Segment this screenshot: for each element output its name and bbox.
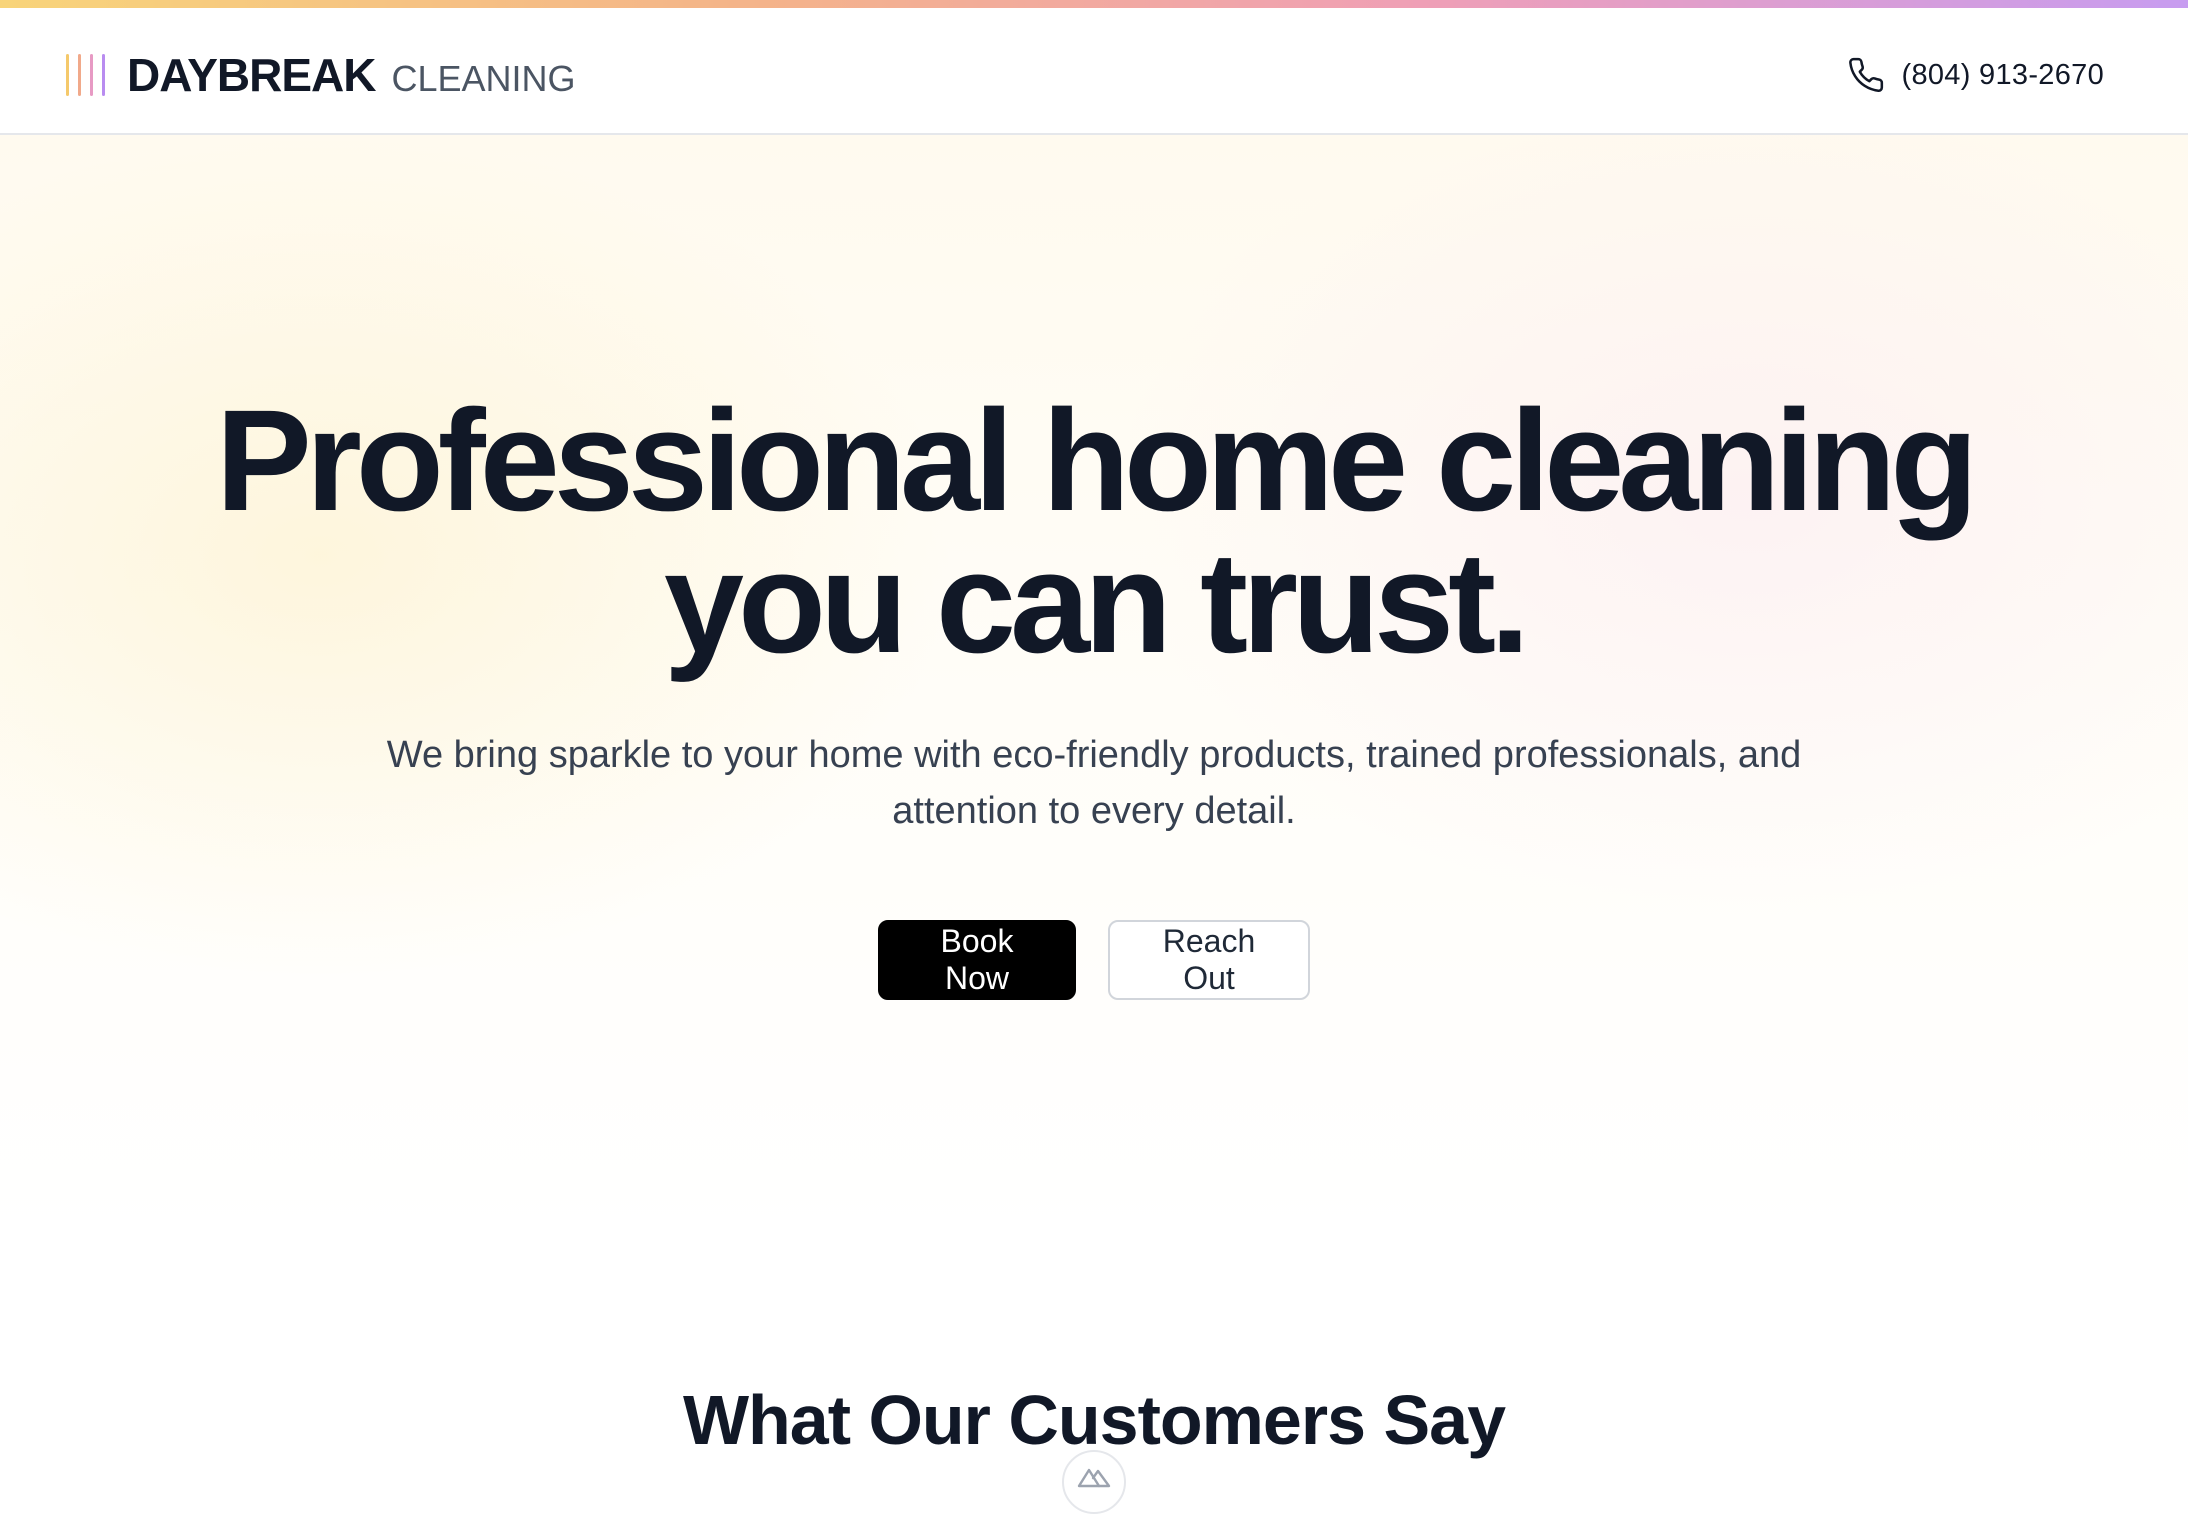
book-now-button[interactable]: Book Now [878, 920, 1076, 1000]
reach-out-button[interactable]: Reach Out [1108, 920, 1310, 1000]
logo-bar [90, 54, 93, 96]
logo-brand-text: DAYBREAK [127, 49, 376, 101]
testimonials-heading: What Our Customers Say [682, 1381, 1506, 1459]
phone-icon [1849, 57, 1884, 92]
logo-subtext: CLEANING [391, 58, 576, 99]
hero-title-line2: you can trust. [663, 522, 1530, 683]
top-gradient-bar [0, 0, 2188, 8]
logo-bar [102, 54, 105, 96]
logo-bars-icon [66, 53, 105, 97]
floating-badge[interactable] [1062, 1450, 1126, 1514]
hero-title-line1: Professional home cleaning [215, 380, 1978, 541]
phone-link[interactable]: (804) 913-2670 [1847, 54, 2104, 96]
hero-subtitle: We bring sparkle to your home with eco-f… [386, 734, 1802, 832]
site-header: DAYBREAK CLEANING (804) 913-2670 [0, 8, 2188, 135]
hero-title: Professional home cleaning you can trust… [0, 389, 2188, 675]
hero-cta-row: Book Now Reach Out [0, 920, 2188, 1000]
logo-bar [66, 54, 69, 96]
mountain-logo-icon [1077, 1468, 1111, 1488]
phone-number: (804) 913-2670 [1901, 58, 2104, 91]
logo-bar [78, 54, 81, 96]
hero-section: Professional home cleaning you can trust… [0, 135, 2188, 1235]
site-logo[interactable]: DAYBREAK CLEANING [66, 49, 576, 101]
